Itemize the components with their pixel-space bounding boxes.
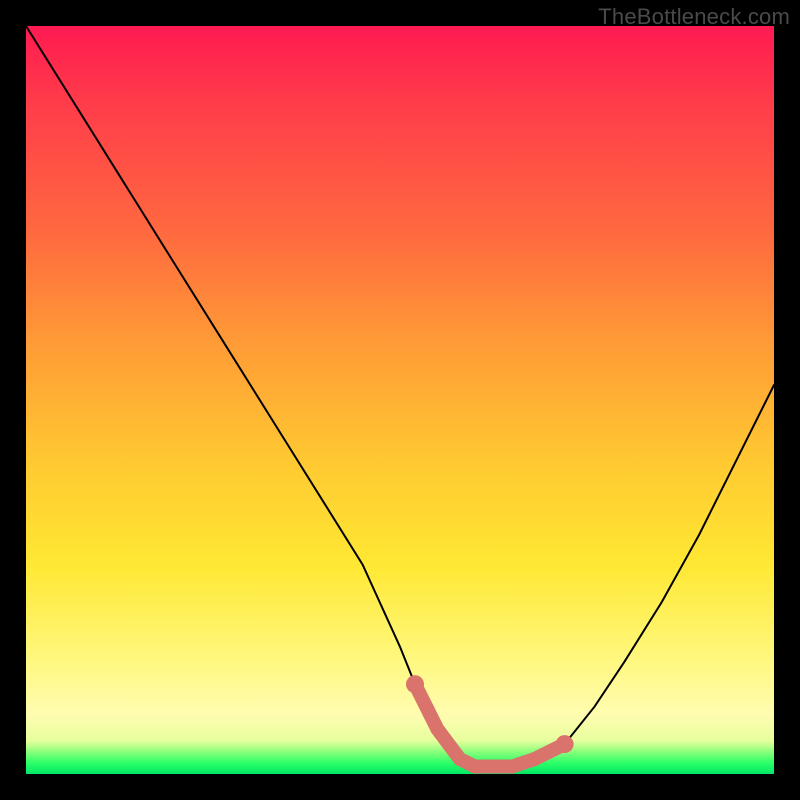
chart-frame: TheBottleneck.com — [0, 0, 800, 800]
bottleneck-highlight — [415, 684, 565, 766]
watermark-text: TheBottleneck.com — [598, 4, 790, 30]
bottleneck-curve — [26, 26, 774, 767]
bottleneck-dot-start — [406, 675, 424, 693]
chart-plot-area — [26, 26, 774, 774]
chart-svg — [26, 26, 774, 774]
bottleneck-dot-end — [556, 735, 574, 753]
